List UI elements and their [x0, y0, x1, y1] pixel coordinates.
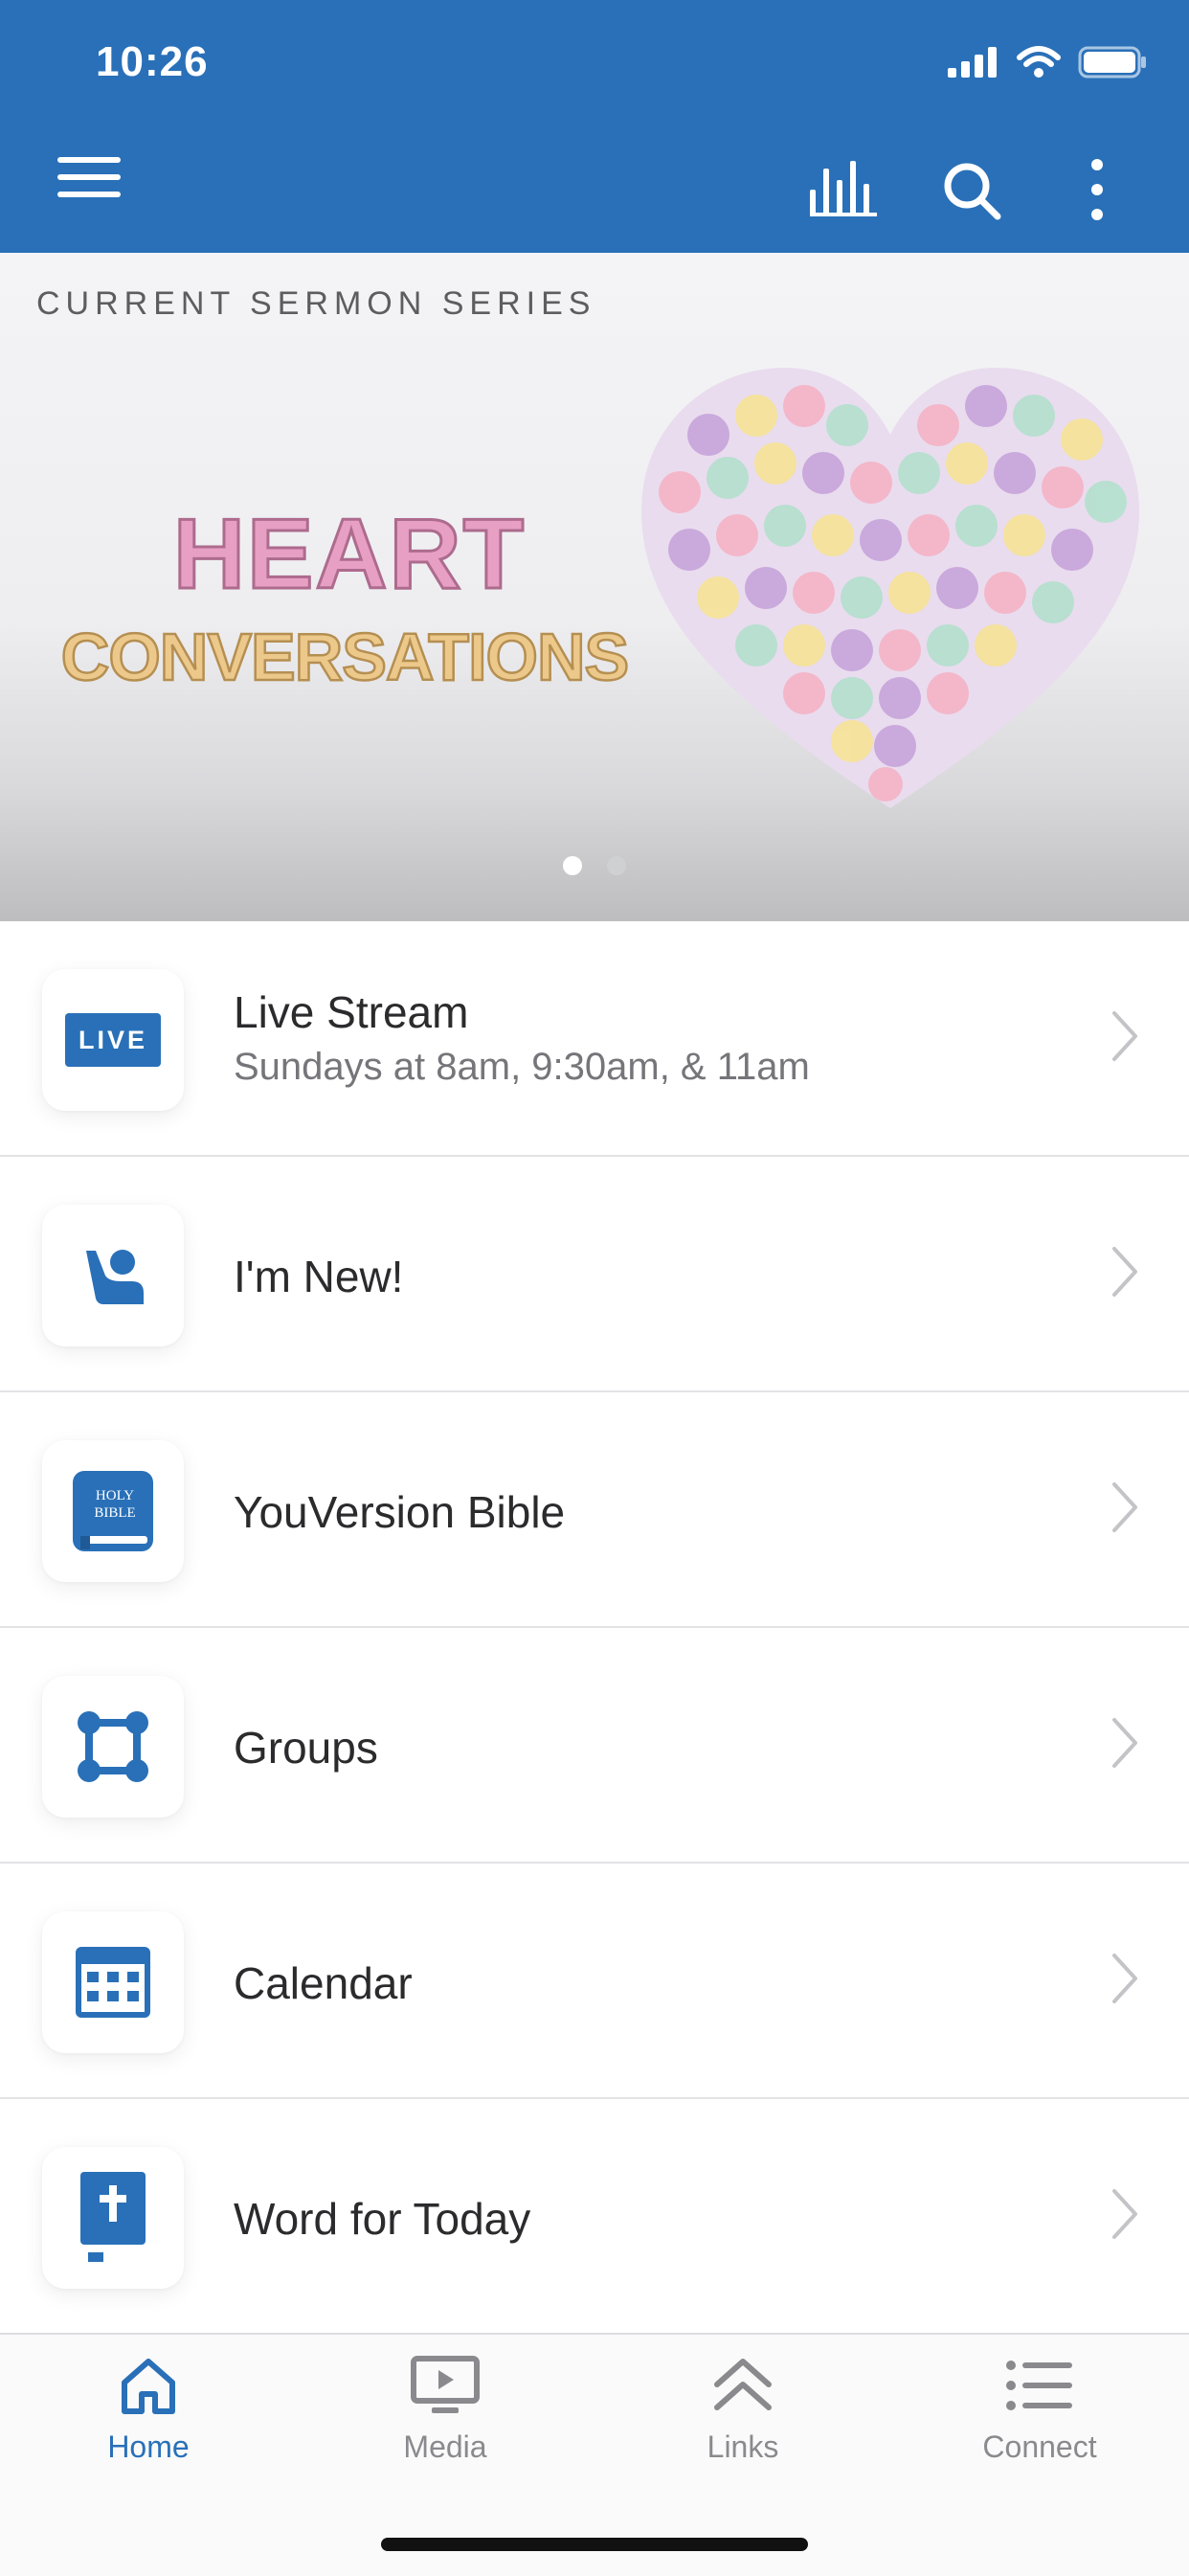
more-vertical-icon: [1091, 159, 1103, 220]
banner-pagination[interactable]: [0, 856, 1189, 875]
list-item-calendar[interactable]: Calendar: [0, 1864, 1189, 2099]
devotional-book-icon: [80, 2172, 146, 2262]
search-icon: [944, 163, 1001, 220]
groups-icon-tile: [42, 1676, 184, 1818]
status-icons: [948, 46, 1147, 79]
live-icon: LIVE: [65, 1013, 161, 1067]
tab-home[interactable]: Home: [53, 2356, 244, 2465]
svg-text:BIBLE: BIBLE: [94, 1505, 135, 1521]
person-icon-tile: [42, 1205, 184, 1346]
home-icon: [122, 2359, 175, 2414]
tab-label: Media: [403, 2429, 487, 2464]
chevron-right-icon: [1112, 1482, 1137, 1532]
svg-text:CONVERSATIONS: CONVERSATIONS: [61, 620, 628, 694]
list-item-youversion-bible[interactable]: HOLY BIBLE YouVersion Bible: [0, 1392, 1189, 1628]
bible-icon: HOLY BIBLE: [73, 1471, 153, 1551]
devotional-icon-tile: [42, 2147, 184, 2289]
battery-icon: [1078, 46, 1146, 79]
candy-hearts-image: [641, 368, 1139, 808]
tab-media[interactable]: Media: [349, 2356, 541, 2465]
groups-icon: [78, 1711, 148, 1782]
connect-icon: [1006, 2361, 1072, 2410]
links-icon: [714, 2359, 772, 2410]
banner-label: CURRENT SERMON SERIES: [36, 285, 596, 322]
live-icon-tile: LIVE: [42, 969, 184, 1111]
tab-connect[interactable]: Connect: [944, 2356, 1135, 2465]
home-menu-list: LIVE Live Stream Sundays at 8am, 9:30am,…: [0, 921, 1189, 2333]
bar-chart-icon: [810, 161, 877, 216]
more-button[interactable]: [1088, 159, 1107, 225]
list-item-title: Groups: [234, 1723, 378, 1773]
svg-text:LIVE: LIVE: [79, 1026, 147, 1054]
sermon-series-banner[interactable]: CURRENT SERMON SERIES HEART CONVERSATION…: [0, 253, 1189, 921]
home-indicator: [381, 2538, 808, 2551]
wifi-icon: [1017, 46, 1061, 78]
page-dot-2[interactable]: [607, 856, 626, 875]
menu-button[interactable]: [57, 155, 123, 204]
bible-icon-tile: HOLY BIBLE: [42, 1440, 184, 1582]
calendar-icon-tile: [42, 1911, 184, 2053]
signal-icon: [948, 47, 997, 78]
list-item-title: Live Stream: [234, 987, 469, 1037]
list-item-subtitle: Sundays at 8am, 9:30am, & 11am: [234, 1046, 810, 1088]
list-item-title: Calendar: [234, 1958, 413, 2008]
sermon-title-art: HEART CONVERSATIONS: [60, 498, 631, 696]
list-item-title: Word for Today: [234, 2194, 531, 2244]
tab-label: Links: [707, 2429, 779, 2464]
tab-label: Home: [107, 2429, 190, 2464]
list-item-live-stream[interactable]: LIVE Live Stream Sundays at 8am, 9:30am,…: [0, 921, 1189, 1157]
tab-label: Connect: [982, 2429, 1097, 2464]
list-item-title: I'm New!: [234, 1252, 404, 1301]
list-item-word-for-today[interactable]: Word for Today: [0, 2099, 1189, 2333]
search-button[interactable]: [942, 161, 1001, 225]
chevron-right-icon: [1112, 1718, 1137, 1768]
list-item-groups[interactable]: Groups: [0, 1628, 1189, 1864]
app-header: 10:26: [0, 0, 1189, 253]
hamburger-icon: [57, 157, 121, 197]
list-item-im-new[interactable]: I'm New!: [0, 1157, 1189, 1392]
status-time: 10:26: [96, 38, 209, 85]
chevron-right-icon: [1112, 1011, 1137, 1061]
media-icon: [411, 2356, 480, 2413]
list-item-title: YouVersion Bible: [234, 1487, 566, 1537]
calendar-icon: [76, 1947, 150, 2018]
chevron-right-icon: [1112, 1954, 1137, 2003]
chevron-right-icon: [1112, 1247, 1137, 1297]
svg-text:HOLY: HOLY: [96, 1488, 134, 1503]
tab-links[interactable]: Links: [647, 2356, 839, 2465]
person-wave-icon: [86, 1250, 144, 1304]
page-dot-1[interactable]: [563, 856, 582, 875]
chevron-right-icon: [1112, 2189, 1137, 2239]
stats-button[interactable]: [810, 161, 879, 221]
svg-text:HEART: HEART: [173, 499, 526, 610]
